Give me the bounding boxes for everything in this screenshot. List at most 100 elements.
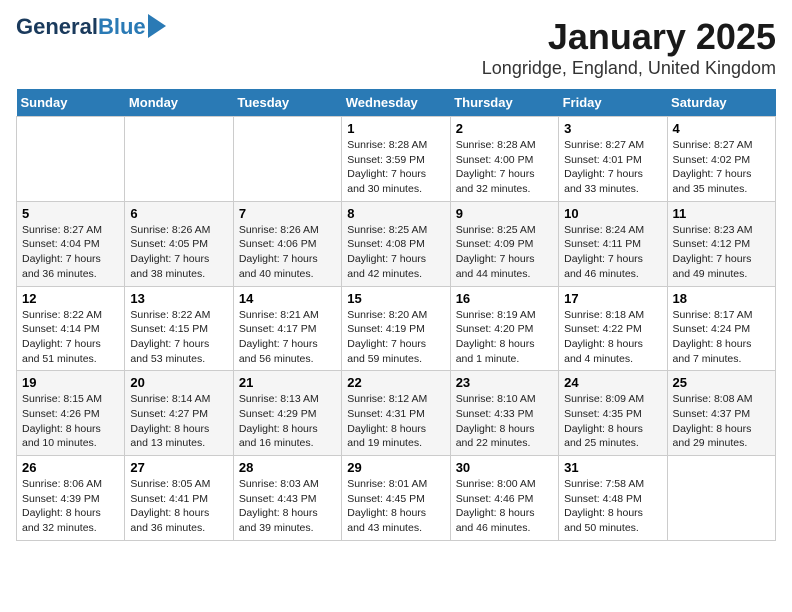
calendar-cell: 25 Sunrise: 8:08 AM Sunset: 4:37 PM Dayli… (667, 371, 775, 456)
day-number: 19 (22, 375, 119, 390)
calendar-cell: 29 Sunrise: 8:01 AM Sunset: 4:45 PM Dayli… (342, 456, 450, 541)
calendar-cell: 30Sunrise: 8:00 AM Sunset: 4:46 PM Dayli… (450, 456, 558, 541)
day-number: 20 (130, 375, 227, 390)
day-number: 21 (239, 375, 336, 390)
day-number: 5 (22, 206, 119, 221)
day-info: Sunrise: 8:21 AM Sunset: 4:17 PM Dayligh… (239, 308, 336, 367)
calendar-cell: 27Sunrise: 8:05 AM Sunset: 4:41 PM Dayli… (125, 456, 233, 541)
day-info: Sunrise: 7:58 AM Sunset: 4:48 PM Dayligh… (564, 477, 661, 536)
day-number: 22 (347, 375, 444, 390)
day-number: 29 (347, 460, 444, 475)
day-number: 28 (239, 460, 336, 475)
calendar-week-row: 12 Sunrise: 8:22 AM Sunset: 4:14 PM Dayli… (17, 286, 776, 371)
day-info: Sunrise: 8:25 AM Sunset: 4:08 PM Dayligh… (347, 223, 444, 282)
day-number: 6 (130, 206, 227, 221)
day-info: Sunrise: 8:15 AM Sunset: 4:26 PM Dayligh… (22, 392, 119, 451)
day-number: 10 (564, 206, 661, 221)
day-info: Sunrise: 8:24 AM Sunset: 4:11 PM Dayligh… (564, 223, 661, 282)
calendar-cell: 17 Sunrise: 8:18 AM Sunset: 4:22 PM Dayli… (559, 286, 667, 371)
day-info: Sunrise: 8:06 AM Sunset: 4:39 PM Dayligh… (22, 477, 119, 536)
calendar-week-row: 1Sunrise: 8:28 AM Sunset: 3:59 PM Daylig… (17, 117, 776, 202)
day-info: Sunrise: 8:27 AM Sunset: 4:01 PM Dayligh… (564, 138, 661, 197)
day-number: 12 (22, 291, 119, 306)
day-info: Sunrise: 8:28 AM Sunset: 3:59 PM Dayligh… (347, 138, 444, 197)
calendar-cell: 19 Sunrise: 8:15 AM Sunset: 4:26 PM Dayli… (17, 371, 125, 456)
calendar-table: SundayMondayTuesdayWednesdayThursdayFrid… (16, 89, 776, 541)
day-info: Sunrise: 8:01 AM Sunset: 4:45 PM Dayligh… (347, 477, 444, 536)
calendar-cell: 26 Sunrise: 8:06 AM Sunset: 4:39 PM Dayli… (17, 456, 125, 541)
calendar-cell: 20 Sunrise: 8:14 AM Sunset: 4:27 PM Dayli… (125, 371, 233, 456)
day-info: Sunrise: 8:14 AM Sunset: 4:27 PM Dayligh… (130, 392, 227, 451)
calendar-day-header: Friday (559, 89, 667, 117)
day-info: Sunrise: 8:12 AM Sunset: 4:31 PM Dayligh… (347, 392, 444, 451)
page-title: January 2025 (482, 16, 776, 58)
day-info: Sunrise: 8:20 AM Sunset: 4:19 PM Dayligh… (347, 308, 444, 367)
day-info: Sunrise: 8:25 AM Sunset: 4:09 PM Dayligh… (456, 223, 553, 282)
day-number: 25 (673, 375, 770, 390)
day-info: Sunrise: 8:18 AM Sunset: 4:22 PM Dayligh… (564, 308, 661, 367)
day-info: Sunrise: 8:17 AM Sunset: 4:24 PM Dayligh… (673, 308, 770, 367)
day-info: Sunrise: 8:08 AM Sunset: 4:37 PM Dayligh… (673, 392, 770, 451)
calendar-cell: 28 Sunrise: 8:03 AM Sunset: 4:43 PM Dayli… (233, 456, 341, 541)
day-info: Sunrise: 8:03 AM Sunset: 4:43 PM Dayligh… (239, 477, 336, 536)
page-header: GeneralBlue January 2025 Longridge, Engl… (16, 16, 776, 79)
calendar-day-header: Sunday (17, 89, 125, 117)
day-info: Sunrise: 8:28 AM Sunset: 4:00 PM Dayligh… (456, 138, 553, 197)
page-subtitle: Longridge, England, United Kingdom (482, 58, 776, 79)
day-number: 31 (564, 460, 661, 475)
day-number: 18 (673, 291, 770, 306)
calendar-cell: 4Sunrise: 8:27 AM Sunset: 4:02 PM Daylig… (667, 117, 775, 202)
day-info: Sunrise: 8:23 AM Sunset: 4:12 PM Dayligh… (673, 223, 770, 282)
calendar-cell: 21 Sunrise: 8:13 AM Sunset: 4:29 PM Dayli… (233, 371, 341, 456)
calendar-cell: 15 Sunrise: 8:20 AM Sunset: 4:19 PM Dayli… (342, 286, 450, 371)
day-number: 15 (347, 291, 444, 306)
day-number: 26 (22, 460, 119, 475)
day-info: Sunrise: 8:19 AM Sunset: 4:20 PM Dayligh… (456, 308, 553, 367)
calendar-week-row: 26 Sunrise: 8:06 AM Sunset: 4:39 PM Dayli… (17, 456, 776, 541)
logo: GeneralBlue (16, 16, 166, 38)
day-number: 16 (456, 291, 553, 306)
day-info: Sunrise: 8:13 AM Sunset: 4:29 PM Dayligh… (239, 392, 336, 451)
calendar-cell: 1Sunrise: 8:28 AM Sunset: 3:59 PM Daylig… (342, 117, 450, 202)
calendar-cell: 9Sunrise: 8:25 AM Sunset: 4:09 PM Daylig… (450, 201, 558, 286)
calendar-cell: 31 Sunrise: 7:58 AM Sunset: 4:48 PM Dayli… (559, 456, 667, 541)
day-number: 30 (456, 460, 553, 475)
calendar-header-row: SundayMondayTuesdayWednesdayThursdayFrid… (17, 89, 776, 117)
day-info: Sunrise: 8:10 AM Sunset: 4:33 PM Dayligh… (456, 392, 553, 451)
day-number: 27 (130, 460, 227, 475)
calendar-week-row: 19 Sunrise: 8:15 AM Sunset: 4:26 PM Dayli… (17, 371, 776, 456)
calendar-cell: 24Sunrise: 8:09 AM Sunset: 4:35 PM Dayli… (559, 371, 667, 456)
calendar-cell: 11Sunrise: 8:23 AM Sunset: 4:12 PM Dayli… (667, 201, 775, 286)
calendar-day-header: Saturday (667, 89, 775, 117)
calendar-cell (125, 117, 233, 202)
day-info: Sunrise: 8:26 AM Sunset: 4:06 PM Dayligh… (239, 223, 336, 282)
day-number: 13 (130, 291, 227, 306)
calendar-cell (17, 117, 125, 202)
calendar-cell: 23Sunrise: 8:10 AM Sunset: 4:33 PM Dayli… (450, 371, 558, 456)
calendar-cell: 2 Sunrise: 8:28 AM Sunset: 4:00 PM Daylig… (450, 117, 558, 202)
day-number: 17 (564, 291, 661, 306)
day-number: 8 (347, 206, 444, 221)
calendar-cell: 16 Sunrise: 8:19 AM Sunset: 4:20 PM Dayli… (450, 286, 558, 371)
day-info: Sunrise: 8:27 AM Sunset: 4:04 PM Dayligh… (22, 223, 119, 282)
logo-arrow-icon (148, 14, 166, 38)
title-block: January 2025 Longridge, England, United … (482, 16, 776, 79)
day-info: Sunrise: 8:22 AM Sunset: 4:14 PM Dayligh… (22, 308, 119, 367)
calendar-cell: 8 Sunrise: 8:25 AM Sunset: 4:08 PM Daylig… (342, 201, 450, 286)
day-number: 24 (564, 375, 661, 390)
calendar-cell: 5 Sunrise: 8:27 AM Sunset: 4:04 PM Daylig… (17, 201, 125, 286)
calendar-day-header: Tuesday (233, 89, 341, 117)
calendar-cell (667, 456, 775, 541)
calendar-cell: 22 Sunrise: 8:12 AM Sunset: 4:31 PM Dayli… (342, 371, 450, 456)
calendar-day-header: Wednesday (342, 89, 450, 117)
calendar-week-row: 5 Sunrise: 8:27 AM Sunset: 4:04 PM Daylig… (17, 201, 776, 286)
calendar-cell (233, 117, 341, 202)
calendar-day-header: Monday (125, 89, 233, 117)
day-number: 14 (239, 291, 336, 306)
calendar-cell: 7 Sunrise: 8:26 AM Sunset: 4:06 PM Daylig… (233, 201, 341, 286)
calendar-cell: 10 Sunrise: 8:24 AM Sunset: 4:11 PM Dayli… (559, 201, 667, 286)
day-number: 4 (673, 121, 770, 136)
day-number: 7 (239, 206, 336, 221)
calendar-cell: 3Sunrise: 8:27 AM Sunset: 4:01 PM Daylig… (559, 117, 667, 202)
day-number: 2 (456, 121, 553, 136)
